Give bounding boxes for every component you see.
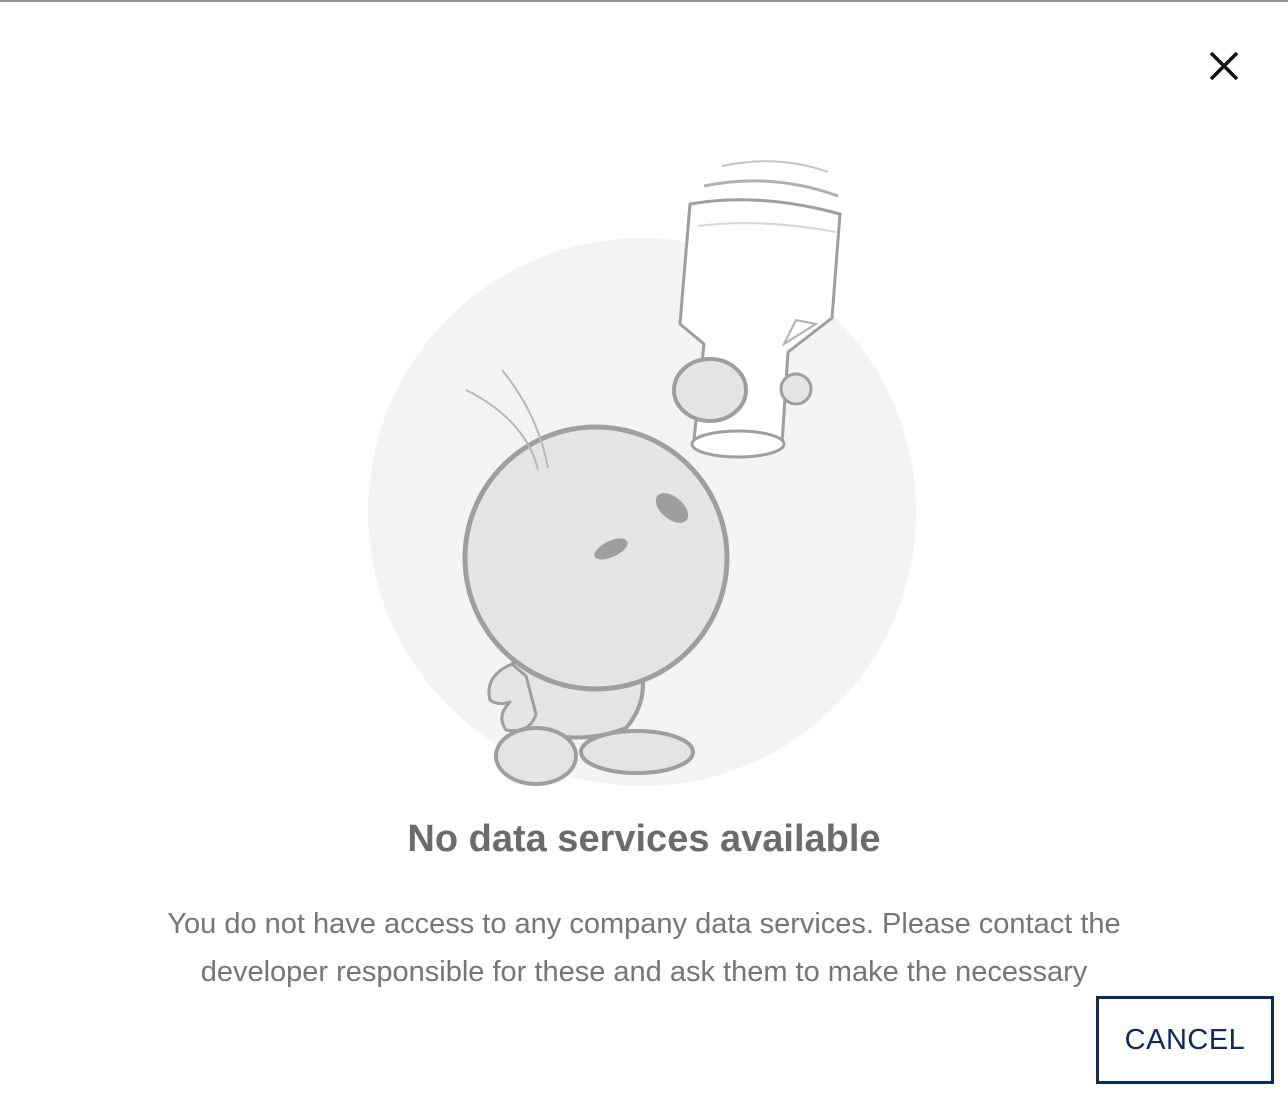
empty-state-illustration [368,160,916,786]
top-border [0,0,1288,2]
close-icon [1209,51,1239,81]
cancel-button[interactable]: CANCEL [1096,996,1274,1084]
empty-state-message: You do not have access to any company da… [167,908,1121,988]
empty-state-title: No data services available [407,818,881,860]
close-button[interactable] [1200,42,1248,90]
